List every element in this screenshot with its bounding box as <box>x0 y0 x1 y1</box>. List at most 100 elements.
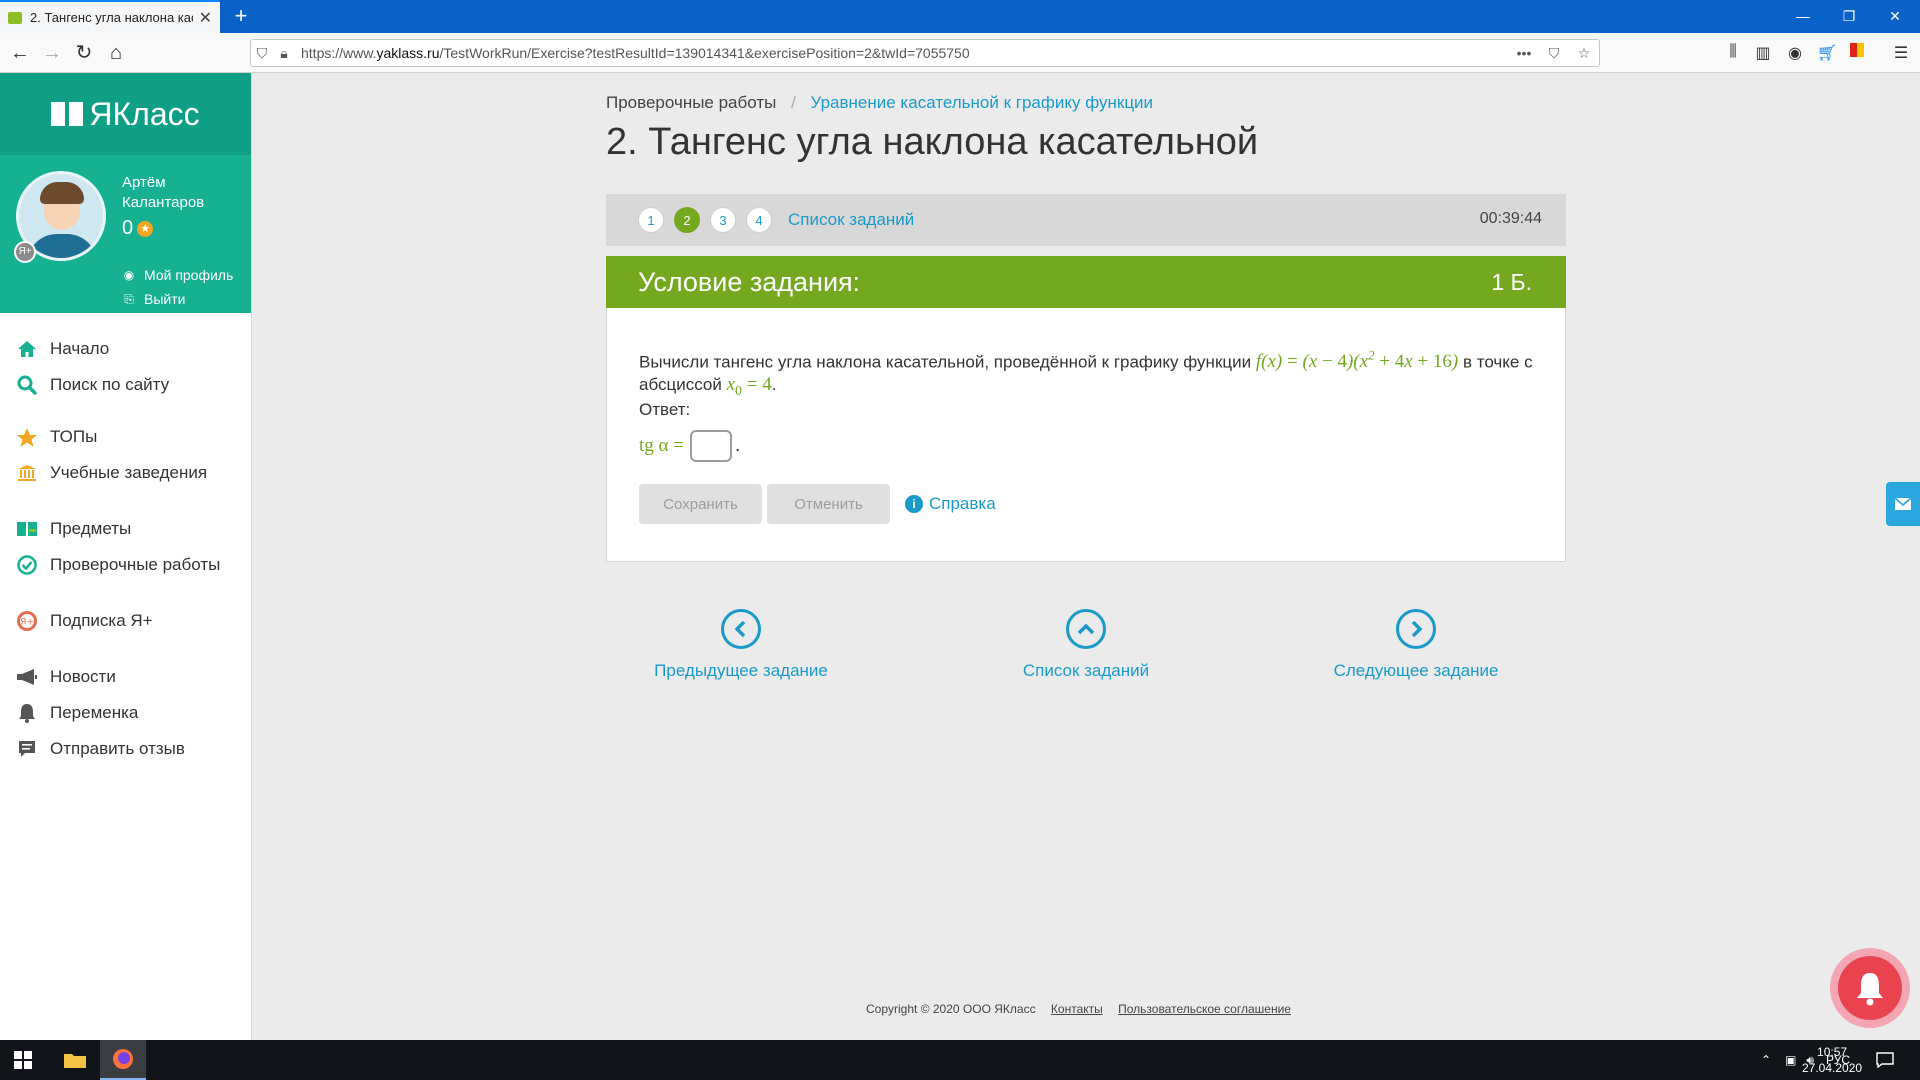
subscription-icon: Я+ <box>16 610 38 632</box>
back-arrow-icon[interactable]: ← <box>6 39 34 67</box>
timer: 00:39:44 <box>1479 210 1542 227</box>
question-2-button[interactable]: 2 <box>674 207 700 233</box>
url-path: /TestWorkRun/Exercise?testResultId=13901… <box>439 45 970 61</box>
logout-link[interactable]: ⎘ Выйти <box>122 291 185 307</box>
cancel-button[interactable]: Отменить <box>767 484 890 524</box>
windows-start-icon[interactable] <box>0 1040 46 1080</box>
answer-row: tg α = . <box>639 430 740 462</box>
book-logo-icon <box>51 102 84 126</box>
sidebar-menu-group-2: ТОПы Учебные заведения <box>0 419 252 491</box>
lock-icon[interactable]: 🔒︎ <box>273 45 295 62</box>
restore-icon[interactable]: ❐ <box>1826 0 1872 33</box>
extension-flag-icon[interactable] <box>1846 43 1868 63</box>
answer-prefix: tg α = <box>639 435 684 456</box>
breadcrumb: Проверочные работы / Уравнение касательн… <box>606 93 1153 113</box>
task-list-link[interactable]: Список заданий <box>788 210 914 230</box>
sidebar-item-feedback[interactable]: Отправить отзыв <box>0 731 252 767</box>
tray-chevron-up-icon[interactable]: ⌃ <box>1761 1053 1771 1067</box>
sidebar-item-tops[interactable]: ТОПы <box>0 419 252 455</box>
site-logo[interactable]: ЯКласс <box>0 73 251 155</box>
question-3-button[interactable]: 3 <box>710 207 736 233</box>
network-icon[interactable]: ▣ <box>1785 1053 1796 1067</box>
minimize-icon[interactable]: — <box>1780 0 1826 33</box>
cart-icon[interactable]: 🛒︎ <box>1816 43 1838 63</box>
task-text: Вычисли тангенс угла наклона касательной… <box>639 348 1533 400</box>
chevron-up-icon <box>1066 609 1106 649</box>
sidebar-item-label: Предметы <box>50 519 132 538</box>
feedback-mail-tab[interactable] <box>1886 482 1920 526</box>
address-bar[interactable]: ⛉ 🔒︎ https://www.yaklass.ru/TestWorkRun/… <box>250 39 1600 67</box>
avatar-body <box>27 234 97 258</box>
score-value: 0 <box>122 217 134 239</box>
sidebar-item-subjects[interactable]: Предметы <box>0 511 252 547</box>
shield-icon[interactable]: ⛉ <box>251 45 273 62</box>
sidebar-item-home[interactable]: Начало <box>0 331 252 367</box>
point-formula: x0 = 4 <box>726 374 772 400</box>
sidebar-item-label: ТОПы <box>50 427 98 446</box>
page-title: 2. Тангенс угла наклона касательной <box>606 121 1259 163</box>
account-icon[interactable]: ◉ <box>1784 43 1806 63</box>
contacts-link[interactable]: Контакты <box>1051 1002 1103 1016</box>
my-profile-link[interactable]: ◉ Мой профиль <box>122 267 234 283</box>
sidebar-item-tests[interactable]: Проверочные работы <box>0 547 252 583</box>
sidebar-menu-group-4: Я+ Подписка Я+ <box>0 603 252 639</box>
breadcrumb-current[interactable]: Уравнение касательной к графику функции <box>811 93 1154 112</box>
user-name[interactable]: Артём Калантаров <box>122 173 232 213</box>
question-navigation: 1 2 3 4 Список заданий 00:39:44 <box>606 194 1566 246</box>
user-agreement-link[interactable]: Пользовательское соглашение <box>1118 1002 1291 1016</box>
my-profile-label: Мой профиль <box>144 267 234 283</box>
condition-body: Вычисли тангенс угла наклона касательной… <box>606 308 1566 562</box>
action-center-icon[interactable] <box>1862 1040 1908 1080</box>
condition-header: Условие задания: 1 Б. <box>606 256 1566 308</box>
coin-star-icon: ★ <box>137 220 154 237</box>
sidebar-item-label: Отправить отзыв <box>50 739 185 758</box>
bookmark-star-icon[interactable]: ☆ <box>1569 45 1599 62</box>
footer: Copyright © 2020 ООО ЯКласс Контакты Пол… <box>866 1002 1291 1016</box>
answer-label: Ответ: <box>639 400 691 419</box>
sidebar-item-label: Учебные заведения <box>50 463 208 482</box>
answer-period: . <box>734 435 741 456</box>
home-browser-icon[interactable]: ⌂ <box>102 39 130 67</box>
sidebar-toggle-icon[interactable]: ▥ <box>1752 43 1774 63</box>
url-prefix: https://www. <box>301 45 377 61</box>
window-close-icon[interactable]: ✕ <box>1872 0 1918 33</box>
help-link[interactable]: i Справка <box>905 494 996 514</box>
browser-tab[interactable]: 2. Тангенс угла наклона касат ✕ <box>0 0 220 33</box>
reload-icon[interactable]: ↻ <box>70 39 98 67</box>
prev-task-button[interactable]: Предыдущее задание <box>654 609 828 681</box>
points-badge: 1 Б. <box>1491 268 1532 295</box>
function-formula: f(x) = (x − 4)(x2 + 4x + 16) <box>1255 348 1459 373</box>
url-text[interactable]: https://www.yaklass.ru/TestWorkRun/Exerc… <box>295 45 1509 61</box>
new-tab-button[interactable]: + <box>228 3 254 29</box>
sidebar-item-break[interactable]: Переменка <box>0 695 252 731</box>
sidebar-item-subscription[interactable]: Я+ Подписка Я+ <box>0 603 252 639</box>
user-circle-icon: ◉ <box>123 268 135 282</box>
question-4-button[interactable]: 4 <box>746 207 772 233</box>
sidebar-item-news[interactable]: Новости <box>0 659 252 695</box>
more-dots-icon[interactable]: ••• <box>1509 45 1539 61</box>
answer-input[interactable] <box>689 430 732 462</box>
sidebar-item-institutions[interactable]: Учебные заведения <box>0 455 252 491</box>
sidebar-item-search[interactable]: Поиск по сайту <box>0 367 252 403</box>
pocket-icon[interactable]: ⛉ <box>1539 45 1569 62</box>
breadcrumb-root[interactable]: Проверочные работы <box>606 93 776 112</box>
feedback-icon <box>16 738 38 760</box>
browser-tabbar: 2. Тангенс угла наклона касат ✕ + — ❐ ✕ <box>0 0 1920 33</box>
file-explorer-icon[interactable] <box>52 1040 98 1080</box>
next-task-button[interactable]: Следующее задание <box>1331 609 1501 681</box>
tab-close-icon[interactable]: ✕ <box>199 8 212 28</box>
clock[interactable]: 10:57 27.04.2020 <box>1802 1044 1862 1076</box>
hamburger-menu-icon[interactable]: ☰ <box>1890 43 1912 63</box>
books-icon <box>16 518 38 540</box>
question-1-button[interactable]: 1 <box>638 207 664 233</box>
browser-navbar: ← → ↻ ⌂ ⛉ 🔒︎ https://www.yaklass.ru/Test… <box>0 33 1920 73</box>
logo-text: ЯКласс <box>89 95 200 132</box>
library-icon[interactable]: ⫼ <box>1722 43 1744 63</box>
clock-time: 10:57 <box>1817 1045 1848 1059</box>
sidebar-item-label: Новости <box>50 667 116 686</box>
task-list-button[interactable]: Список заданий <box>1001 609 1171 681</box>
forward-arrow-icon[interactable]: → <box>38 39 66 67</box>
firefox-icon[interactable] <box>100 1040 146 1080</box>
save-button[interactable]: Сохранить <box>639 484 762 524</box>
notification-bell-button[interactable] <box>1830 948 1910 1028</box>
